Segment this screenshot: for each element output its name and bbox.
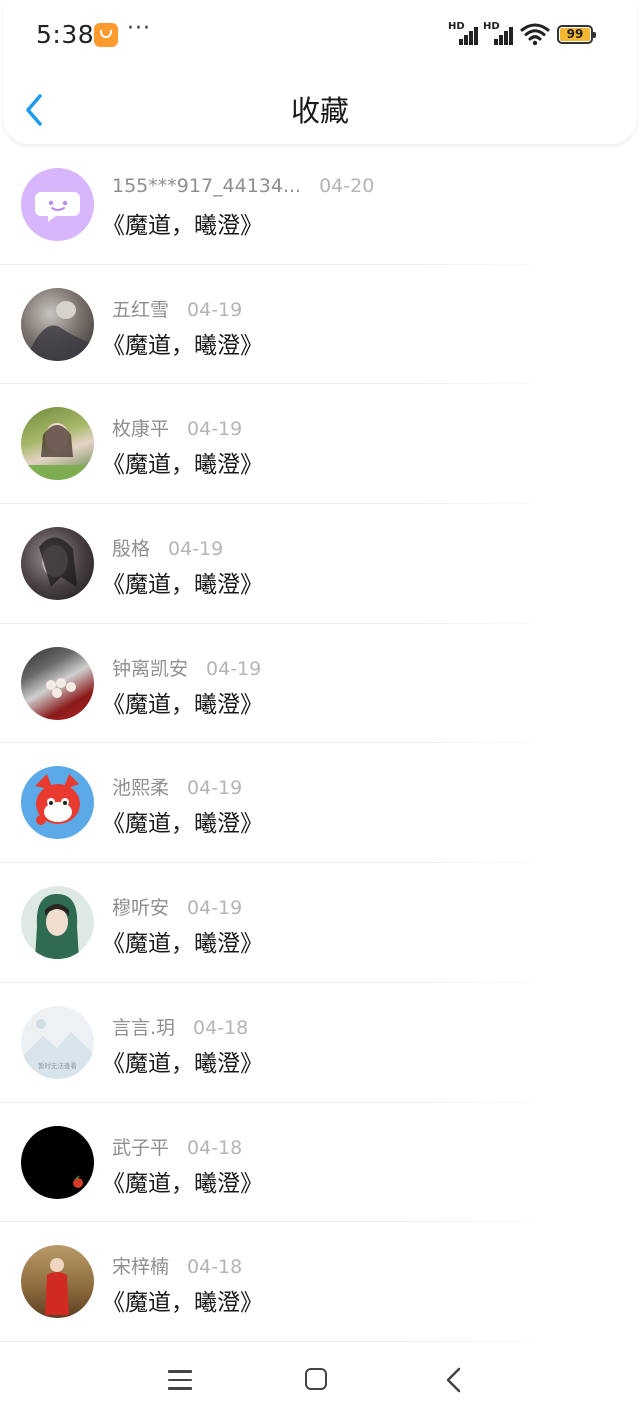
item-date: 04-19 bbox=[206, 657, 262, 680]
photo-avatar[interactable] bbox=[21, 1245, 94, 1319]
battery-icon: 99 bbox=[557, 25, 596, 44]
back-icon[interactable] bbox=[444, 1367, 464, 1393]
more-notifications-icon: ··· bbox=[127, 16, 151, 41]
list-item[interactable]: 枚康平 04-19 《魔道，曦澄》 bbox=[0, 384, 640, 505]
user-name: 穆听安 bbox=[112, 897, 170, 920]
illustration-avatar[interactable] bbox=[21, 886, 94, 960]
chat-bubble-avatar[interactable] bbox=[21, 168, 94, 241]
user-name: 武子平 bbox=[112, 1136, 170, 1159]
list-item[interactable]: 武子平 04-18 《魔道，曦澄》 bbox=[0, 1103, 640, 1223]
list-item[interactable]: 殷格 04-19 《魔道，曦澄》 bbox=[0, 504, 640, 624]
user-name: 殷格 bbox=[112, 538, 151, 561]
list-item[interactable]: 155***917_44134... 04-20 《魔道，曦澄》 bbox=[0, 145, 640, 265]
page-title: 收藏 bbox=[290, 94, 349, 128]
item-date: 04-18 bbox=[187, 1136, 243, 1159]
favorite-title: 《魔道，曦澄》 bbox=[102, 1170, 263, 1197]
home-icon[interactable] bbox=[305, 1368, 327, 1390]
photo-avatar[interactable] bbox=[21, 287, 94, 361]
placeholder-image-avatar[interactable]: 暂时无法查看 bbox=[21, 1005, 94, 1079]
status-bar: 5:38 ··· HD HD 99 bbox=[0, 0, 640, 70]
list-item[interactable]: 暂时无法查看 言言.玥 04-18 《魔道，曦澄》 bbox=[0, 983, 640, 1103]
shopping-app-icon bbox=[94, 23, 118, 47]
list-item[interactable]: 池熙柔 04-19 《魔道，曦澄》 bbox=[0, 743, 640, 864]
user-name: 155***917_44134... bbox=[112, 175, 302, 197]
item-date: 04-19 bbox=[187, 777, 243, 800]
favorite-title: 《魔道，曦澄》 bbox=[102, 213, 263, 239]
favorite-title: 《魔道，曦澄》 bbox=[102, 811, 263, 838]
cartoon-fox-avatar[interactable] bbox=[21, 766, 94, 840]
favorite-title: 《魔道，曦澄》 bbox=[102, 332, 263, 359]
list-item[interactable]: 穆听安 04-19 《魔道，曦澄》 bbox=[0, 863, 640, 983]
black-avatar[interactable] bbox=[21, 1125, 94, 1199]
favorite-title: 《魔道，曦澄》 bbox=[102, 1050, 263, 1077]
user-name: 钟离凯安 bbox=[112, 657, 189, 680]
cell-signal-2-icon: HD bbox=[483, 21, 515, 45]
item-date: 04-19 bbox=[187, 298, 243, 321]
favorites-list: 155***917_44134... 04-20 《魔道，曦澄》 五红雪 04-19… bbox=[0, 145, 640, 1342]
photo-avatar[interactable] bbox=[21, 646, 94, 720]
item-date: 04-18 bbox=[193, 1016, 249, 1039]
user-name: 枚康平 bbox=[112, 418, 170, 441]
favorite-title: 《魔道，曦澄》 bbox=[102, 452, 263, 479]
item-date: 04-19 bbox=[187, 897, 243, 920]
photo-avatar[interactable] bbox=[21, 407, 94, 481]
item-date: 04-19 bbox=[187, 418, 243, 441]
user-name: 宋梓楠 bbox=[112, 1256, 170, 1279]
favorite-title: 《魔道，曦澄》 bbox=[102, 931, 263, 958]
item-date: 04-19 bbox=[168, 538, 224, 561]
list-item[interactable]: 宋梓楠 04-18 《魔道，曦澄》 bbox=[0, 1222, 640, 1342]
item-date: 04-18 bbox=[187, 1256, 243, 1279]
list-item[interactable]: 钟离凯安 04-19 《魔道，曦澄》 bbox=[0, 624, 640, 744]
user-name: 五红雪 bbox=[112, 298, 170, 321]
item-date: 04-20 bbox=[319, 175, 375, 197]
status-time: 5:38 bbox=[36, 20, 95, 49]
photo-avatar[interactable] bbox=[21, 527, 94, 601]
favorite-title: 《魔道，曦澄》 bbox=[102, 691, 263, 718]
avatar-unavailable-text: 暂时无法查看 bbox=[38, 1061, 78, 1070]
user-name: 池熙柔 bbox=[112, 777, 170, 800]
menu-icon[interactable] bbox=[168, 1370, 192, 1390]
user-name: 言言.玥 bbox=[112, 1016, 176, 1039]
favorite-title: 《魔道，曦澄》 bbox=[102, 572, 263, 599]
cell-signal-icon: HD bbox=[448, 21, 480, 45]
battery-level: 99 bbox=[560, 28, 590, 41]
wifi-icon bbox=[520, 23, 550, 46]
favorite-title: 《魔道，曦澄》 bbox=[102, 1290, 263, 1317]
system-nav-bar bbox=[0, 1340, 640, 1422]
list-item[interactable]: 五红雪 04-19 《魔道，曦澄》 bbox=[0, 265, 640, 385]
